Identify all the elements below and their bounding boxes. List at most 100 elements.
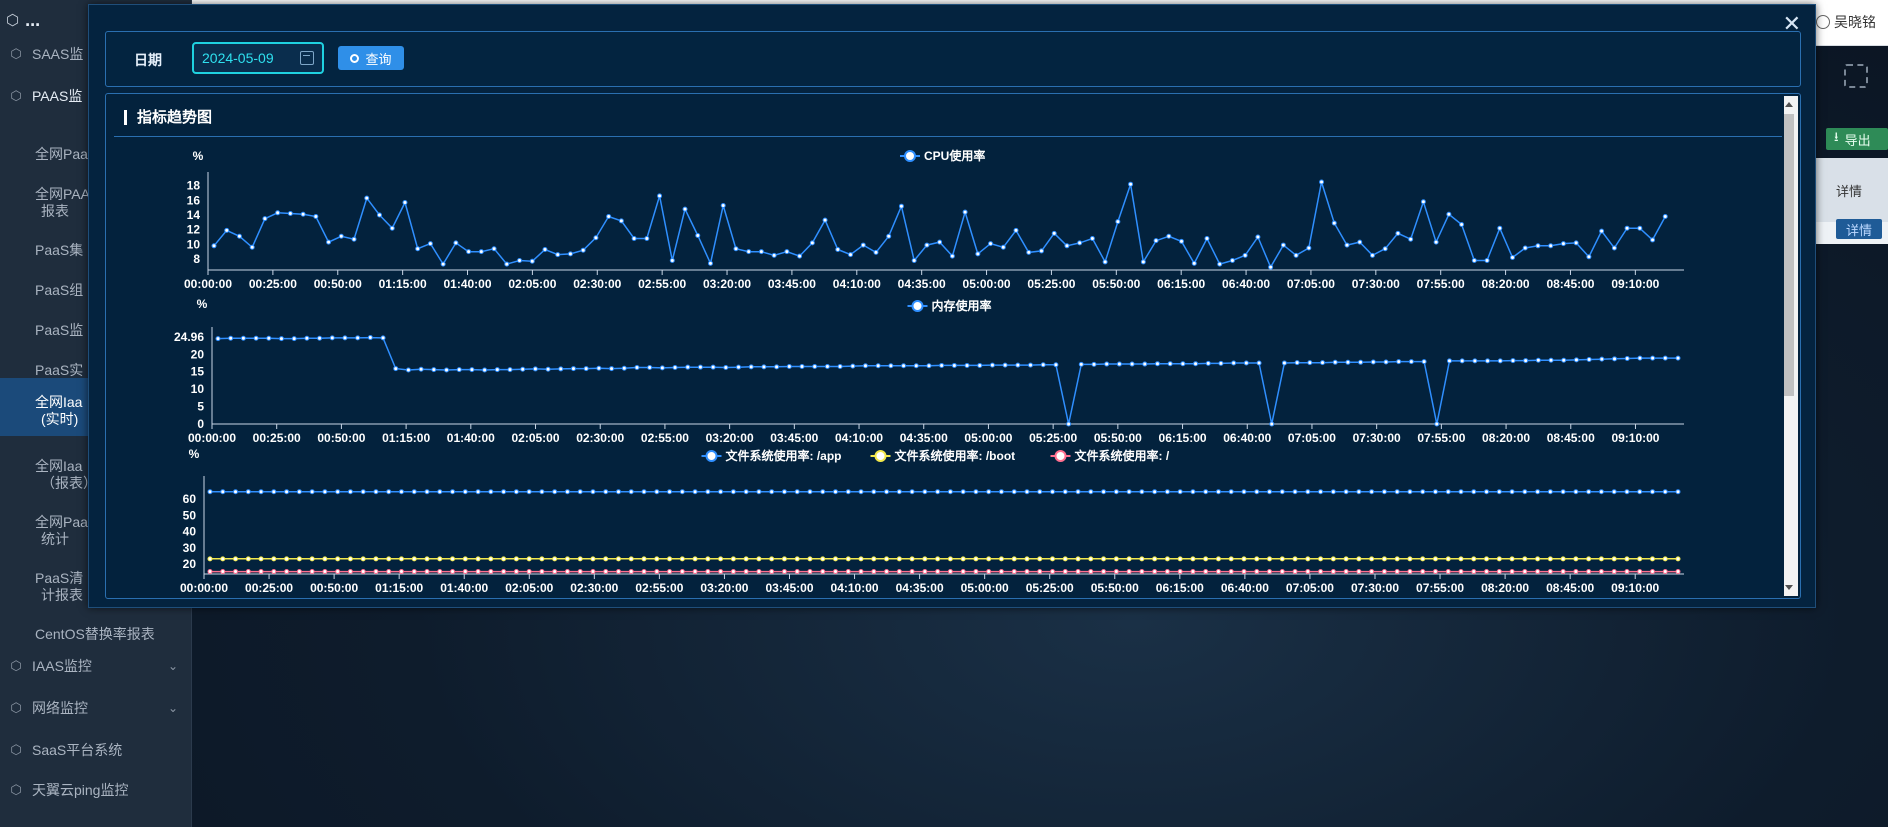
data-point xyxy=(1662,213,1668,219)
data-point xyxy=(1394,569,1400,575)
data-point xyxy=(1320,360,1326,366)
data-point xyxy=(1433,239,1439,245)
data-point xyxy=(245,489,251,495)
data-point xyxy=(909,489,915,495)
query-button[interactable]: 查询 xyxy=(338,46,404,70)
x-tick-label: 00:50:00 xyxy=(314,277,362,291)
data-point xyxy=(951,362,957,368)
y-tick-label: 50 xyxy=(183,508,197,522)
data-point xyxy=(1101,569,1107,575)
sidebar-item-group[interactable]: ⬡ 天翼云ping监控 xyxy=(0,778,192,802)
data-point xyxy=(730,569,736,575)
data-point xyxy=(424,569,430,575)
x-tick-label: 01:15:00 xyxy=(379,277,427,291)
data-point xyxy=(258,489,264,495)
data-point xyxy=(1547,489,1553,495)
data-point xyxy=(1637,355,1643,361)
data-point xyxy=(1088,556,1094,562)
data-point xyxy=(1307,360,1313,366)
cube-icon: ⬡ xyxy=(10,782,22,797)
data-point xyxy=(634,365,640,371)
data-point xyxy=(482,367,488,373)
data-point xyxy=(529,258,535,264)
data-point xyxy=(820,489,826,495)
data-point xyxy=(1358,359,1364,365)
data-point xyxy=(577,569,583,575)
data-point xyxy=(1547,569,1553,575)
data-point xyxy=(720,202,726,208)
scroll-down-icon[interactable] xyxy=(1785,585,1793,590)
calendar-icon[interactable] xyxy=(300,51,314,65)
data-point xyxy=(1586,556,1592,562)
data-point xyxy=(415,246,421,252)
legend-label: 内存使用率 xyxy=(932,298,992,313)
data-point xyxy=(832,569,838,575)
data-point xyxy=(253,335,259,341)
data-point xyxy=(873,249,879,255)
data-point xyxy=(450,569,456,575)
data-point xyxy=(360,489,366,495)
x-tick-label: 00:00:00 xyxy=(184,277,232,291)
x-tick-label: 07:30:00 xyxy=(1353,431,1401,445)
x-tick-label: 02:05:00 xyxy=(505,581,553,595)
data-point xyxy=(858,569,864,575)
chevron-down-icon[interactable]: ⌄ xyxy=(168,659,178,673)
data-point xyxy=(1445,489,1451,495)
x-tick-label: 05:00:00 xyxy=(963,277,1011,291)
export-button[interactable]: ⭳ 导出 xyxy=(1826,128,1888,150)
legend-swatch xyxy=(904,150,916,162)
scrollbar[interactable] xyxy=(1784,96,1798,596)
detail-button[interactable]: 详情 xyxy=(1836,219,1882,239)
data-point xyxy=(1369,556,1375,562)
chevron-down-icon[interactable]: ⌄ xyxy=(168,701,178,715)
data-point xyxy=(1256,360,1262,366)
data-point xyxy=(807,489,813,495)
sidebar-subitem[interactable]: CentOS替换率报表 xyxy=(0,616,192,652)
date-picker-input[interactable]: 2024-05-09 xyxy=(192,42,324,74)
legend-label: 文件系统使用率: /boot xyxy=(895,448,1016,463)
data-point xyxy=(848,252,854,258)
data-point xyxy=(1573,569,1579,575)
fullscreen-icon[interactable] xyxy=(1844,64,1868,88)
scroll-thumb[interactable] xyxy=(1784,114,1794,396)
sidebar-item-group[interactable]: ⬡ 网络监控 ⌄ xyxy=(0,696,192,720)
data-point xyxy=(376,212,382,218)
data-point xyxy=(507,367,513,373)
data-point xyxy=(1164,569,1170,575)
data-point xyxy=(526,556,532,562)
data-point xyxy=(373,556,379,562)
data-point xyxy=(1472,358,1478,364)
data-point xyxy=(705,569,711,575)
sidebar-item-group[interactable]: ⬡ IAAS监控 ⌄ xyxy=(0,654,192,678)
data-point xyxy=(220,556,226,562)
data-point xyxy=(1089,235,1095,241)
data-point xyxy=(1231,360,1237,366)
data-point xyxy=(1215,489,1221,495)
x-tick-label: 01:40:00 xyxy=(443,277,491,291)
data-point xyxy=(1126,489,1132,495)
x-tick-label: 04:35:00 xyxy=(896,581,944,595)
x-tick-label: 08:45:00 xyxy=(1547,431,1595,445)
data-point xyxy=(682,206,688,212)
data-point xyxy=(1649,489,1655,495)
scroll-up-icon[interactable] xyxy=(1785,102,1793,107)
data-point xyxy=(1535,489,1541,495)
data-point xyxy=(386,556,392,562)
data-point xyxy=(475,556,481,562)
data-point xyxy=(469,367,475,373)
x-tick-label: 02:55:00 xyxy=(638,277,686,291)
data-point xyxy=(1088,569,1094,575)
data-point xyxy=(860,242,866,248)
data-point xyxy=(1218,360,1224,366)
data-point xyxy=(1166,233,1172,239)
legend-label: CPU使用率 xyxy=(924,148,985,163)
sidebar-item-label: IAAS监控 xyxy=(32,658,92,674)
data-point xyxy=(1586,489,1592,495)
data-point xyxy=(718,569,724,575)
sidebar-item-group[interactable]: ⬡ SaaS平台系统 xyxy=(0,738,192,762)
data-point xyxy=(1510,255,1516,261)
data-point xyxy=(743,569,749,575)
user-menu[interactable]: 吴晓铭 xyxy=(1816,12,1876,32)
data-point xyxy=(1164,556,1170,562)
data-point xyxy=(224,227,230,233)
